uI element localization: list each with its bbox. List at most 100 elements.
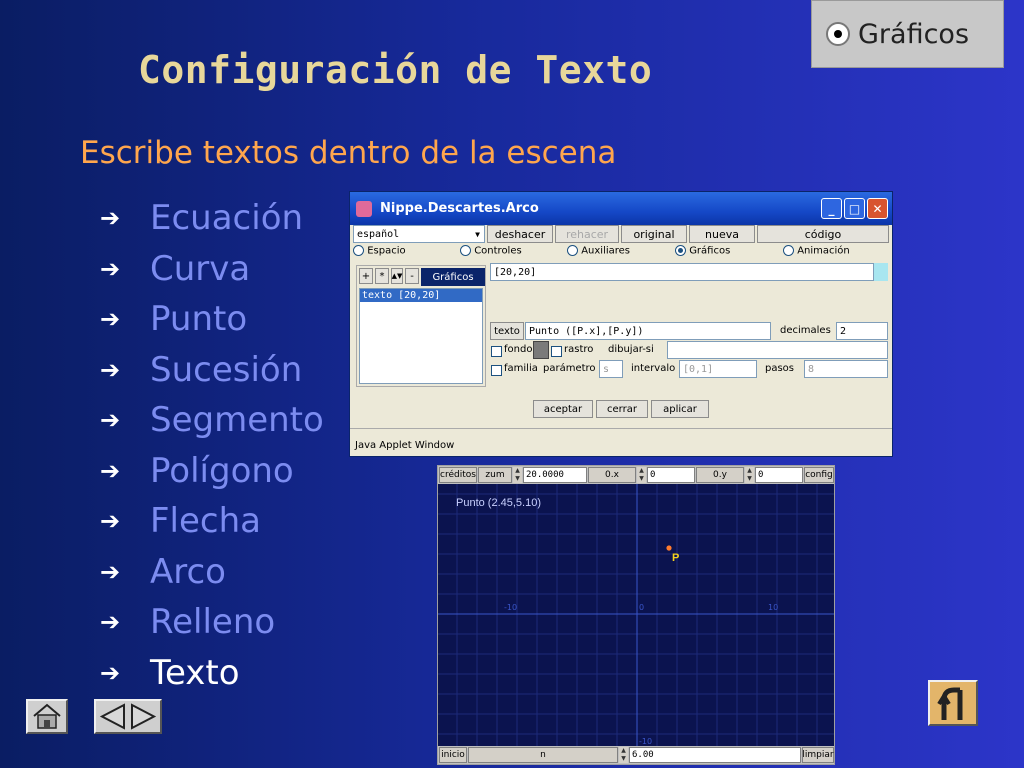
- radio-icon: [460, 245, 471, 256]
- return-button[interactable]: [928, 680, 978, 726]
- pasos-field[interactable]: 8: [804, 360, 888, 378]
- texto-button[interactable]: texto: [490, 322, 524, 340]
- maximize-icon[interactable]: □: [844, 198, 865, 219]
- graficos-badge: Gráficos: [811, 0, 1004, 68]
- original-button[interactable]: original: [621, 225, 687, 243]
- config-button[interactable]: config: [804, 467, 834, 483]
- tab-espacio[interactable]: Espacio: [353, 245, 406, 257]
- ox-spinner-icon[interactable]: ▲ ▼: [637, 467, 646, 483]
- n-label: n: [468, 747, 618, 763]
- zum-label: zum: [478, 467, 512, 483]
- subtitle: Escribe textos dentro de la escena: [80, 135, 617, 171]
- zum-spinner-icon[interactable]: ▲ ▼: [513, 467, 522, 483]
- language-select[interactable]: español ▼: [353, 225, 485, 243]
- prev-next-buttons: [94, 699, 162, 734]
- status-text: Java Applet Window: [355, 440, 455, 451]
- prev-arrow-icon[interactable]: [99, 703, 125, 730]
- limpiar-button[interactable]: limpiar: [802, 747, 834, 763]
- topic-item[interactable]: ➔ Sucesión: [100, 345, 350, 396]
- decimales-field[interactable]: 2: [836, 322, 888, 340]
- topic-item[interactable]: ➔ Relleno: [100, 597, 350, 648]
- point-label: P: [672, 552, 679, 564]
- arrow-right-icon: ➔: [100, 204, 121, 233]
- topic-item[interactable]: ➔ Curva: [100, 244, 350, 295]
- radio-selected-icon: [675, 245, 686, 256]
- applet-window: Nippe.Descartes.Arco _ □ ✕ español ▼ des…: [349, 191, 893, 457]
- color-swatch[interactable]: [874, 263, 888, 281]
- divider: [350, 428, 892, 429]
- arrow-right-icon: ➔: [100, 608, 121, 637]
- tab-graficos[interactable]: Gráficos: [675, 245, 730, 257]
- fondo-label: fondo: [504, 344, 533, 355]
- rehacer-button[interactable]: rehacer: [555, 225, 619, 243]
- oy-field[interactable]: 0: [755, 467, 803, 483]
- inicio-button[interactable]: inicio: [439, 747, 467, 763]
- position-field[interactable]: [20,20]: [490, 263, 874, 281]
- graphics-list-panel: + * ▲▼ - Gráficos texto [20,20]: [356, 265, 486, 387]
- move-updown-icon[interactable]: ▲▼: [391, 268, 403, 284]
- graphics-list[interactable]: texto [20,20]: [359, 288, 483, 384]
- topic-item[interactable]: ➔ Flecha: [100, 496, 350, 547]
- n-field[interactable]: 6.00: [629, 747, 801, 763]
- dibujar-si-label: dibujar-si: [608, 344, 654, 355]
- scene-top-bar: créditos zum ▲ ▼ 20.0000 0.x ▲ ▼ 0 0.y ▲ ▼ …: [438, 466, 834, 484]
- oy-spinner-icon[interactable]: ▲ ▼: [745, 467, 754, 483]
- chevron-down-icon: ▼: [475, 229, 480, 239]
- topic-item[interactable]: ➔ Arco: [100, 547, 350, 598]
- add-button[interactable]: +: [359, 268, 373, 284]
- pasos-label: pasos: [765, 363, 795, 374]
- scene-plane[interactable]: -10 0 10 -10 Punto (2.45,5.10) P: [438, 484, 834, 746]
- cerrar-button[interactable]: cerrar: [596, 400, 648, 418]
- texto-field[interactable]: Punto ([P.x],[P.y]): [525, 322, 771, 340]
- rastro-label: rastro: [564, 344, 594, 355]
- tab-animacion[interactable]: Animación: [783, 245, 850, 257]
- axis-label-10: 10: [768, 603, 778, 612]
- parametro-field[interactable]: s: [599, 360, 623, 378]
- fondo-checkbox[interactable]: [491, 346, 502, 357]
- topic-item[interactable]: ➔ Punto: [100, 294, 350, 345]
- nueva-button[interactable]: nueva: [689, 225, 755, 243]
- descartes-scene[interactable]: créditos zum ▲ ▼ 20.0000 0.x ▲ ▼ 0 0.y ▲ ▼ …: [437, 465, 835, 765]
- remove-button[interactable]: -: [405, 268, 419, 284]
- rastro-checkbox[interactable]: [551, 346, 562, 357]
- home-button[interactable]: [26, 699, 68, 734]
- intervalo-field[interactable]: [0,1]: [679, 360, 757, 378]
- aplicar-button[interactable]: aplicar: [651, 400, 709, 418]
- deshacer-button[interactable]: deshacer: [487, 225, 553, 243]
- topic-item[interactable]: ➔ Ecuación: [100, 193, 350, 244]
- arrow-right-icon: ➔: [100, 305, 121, 334]
- arrow-right-icon: ➔: [100, 406, 121, 435]
- close-icon[interactable]: ✕: [867, 198, 888, 219]
- arrow-right-icon: ➔: [100, 658, 121, 687]
- dibujar-si-field[interactable]: [667, 341, 888, 359]
- list-item[interactable]: texto [20,20]: [360, 289, 482, 302]
- ox-field[interactable]: 0: [647, 467, 695, 483]
- minimize-icon[interactable]: _: [821, 198, 842, 219]
- topic-item[interactable]: ➔ Polígono: [100, 446, 350, 497]
- topic-list: ➔ Ecuación ➔ Curva ➔ Punto ➔ Sucesión ➔ Segme…: [100, 193, 350, 698]
- point-text: Punto (2.45,5.10): [456, 497, 541, 509]
- n-spinner-icon[interactable]: ▲ ▼: [619, 747, 628, 763]
- creditos-button[interactable]: créditos: [439, 467, 477, 483]
- radio-icon: [567, 245, 578, 256]
- zum-field[interactable]: 20.0000: [523, 467, 587, 483]
- scene-grid: [438, 484, 834, 746]
- familia-label: familia: [504, 363, 538, 374]
- fondo-color-swatch[interactable]: [533, 341, 549, 359]
- duplicate-button[interactable]: *: [375, 268, 389, 284]
- list-header: Gráficos: [421, 268, 485, 286]
- familia-checkbox[interactable]: [491, 365, 502, 376]
- applet-titlebar[interactable]: Nippe.Descartes.Arco _ □ ✕: [350, 192, 892, 225]
- arrow-right-icon: ➔: [100, 254, 121, 283]
- topic-item[interactable]: ➔ Segmento: [100, 395, 350, 446]
- tab-controles[interactable]: Controles: [460, 245, 522, 257]
- intervalo-label: intervalo: [631, 363, 676, 374]
- point-p[interactable]: [666, 545, 672, 551]
- tab-auxiliares[interactable]: Auxiliares: [567, 245, 630, 257]
- radio-icon: [353, 245, 364, 256]
- radio-selected-icon: [826, 22, 850, 46]
- aceptar-button[interactable]: aceptar: [533, 400, 593, 418]
- codigo-button[interactable]: código: [757, 225, 889, 243]
- next-arrow-icon[interactable]: [131, 703, 157, 730]
- topic-item-active[interactable]: ➔ Texto: [100, 648, 350, 699]
